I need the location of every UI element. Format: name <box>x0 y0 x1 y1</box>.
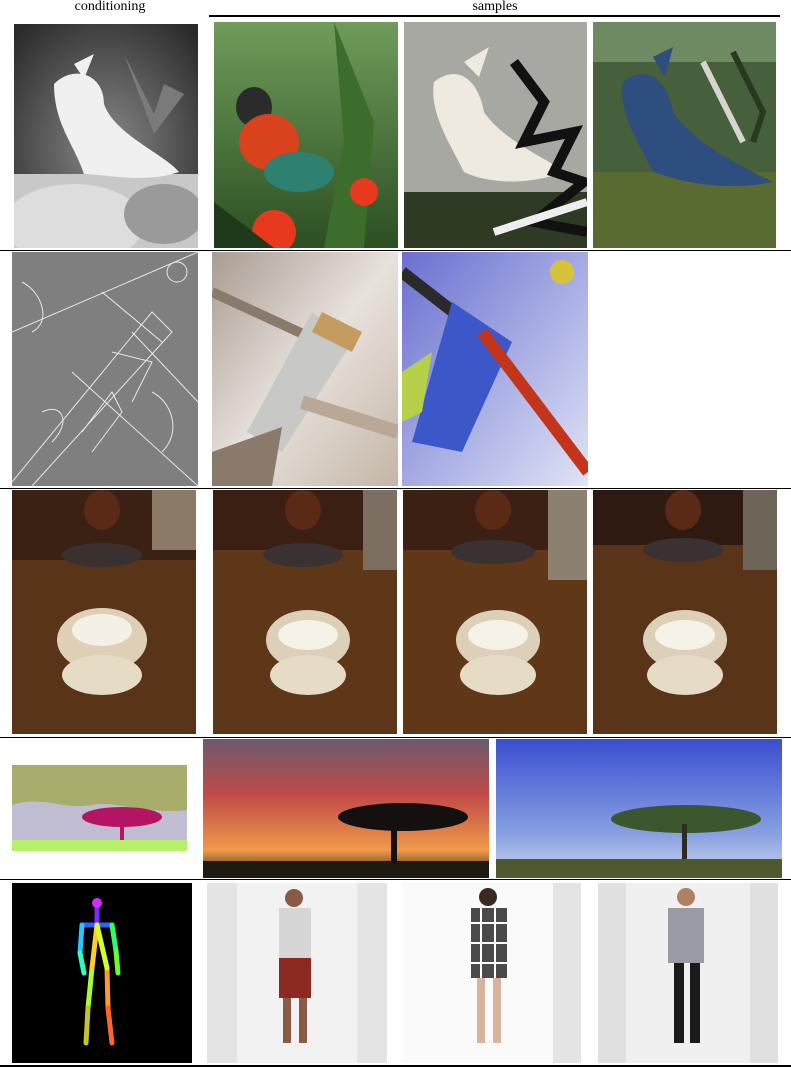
row5-sample-woman-plaid-dress <box>403 883 581 1063</box>
row3-sample-lamp-2 <box>403 490 587 734</box>
header-conditioning: conditioning <box>74 0 146 14</box>
row4-sample-tree-blue-sky <box>496 739 782 878</box>
row1-sample-parrot <box>214 22 398 248</box>
row2-sample-brush <box>212 252 398 486</box>
row-divider-2 <box>0 488 791 489</box>
row4-conditioning-semantic-map <box>12 765 187 851</box>
header-rule <box>209 15 780 17</box>
row5-sample-man-tank-top <box>207 883 387 1063</box>
row-divider-4 <box>0 879 791 880</box>
row5-sample-man-grey-tshirt <box>598 883 778 1063</box>
header-samples: samples <box>472 0 518 14</box>
row2-sample-blue-brush <box>402 252 588 486</box>
row-divider-1 <box>0 250 791 251</box>
bottom-rule <box>0 1065 791 1067</box>
row1-conditioning-depth-map <box>14 24 198 248</box>
row5-conditioning-pose-skeleton <box>12 883 192 1063</box>
row3-sample-lamp-3 <box>593 490 777 734</box>
row-divider-3 <box>0 737 791 738</box>
row1-sample-white-cockatoo <box>404 22 587 248</box>
row2-conditioning-edge-map <box>12 252 198 486</box>
row4-sample-tree-sunset <box>203 739 489 878</box>
row3-sample-lamp-1 <box>213 490 397 734</box>
row1-sample-blue-cockatoo <box>593 22 776 248</box>
row3-conditioning-low-res-lamp <box>12 490 196 734</box>
